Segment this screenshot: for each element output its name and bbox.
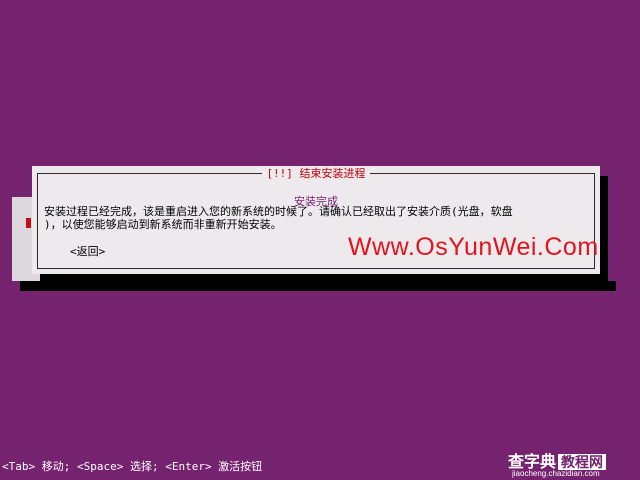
dialog-shadow-bottom (40, 274, 608, 284)
background-dialog-marker (26, 218, 31, 228)
watermark-text: Www.OsYunWei.Com (348, 233, 599, 261)
dialog-title-bar: [!!] 结束安装进程 (32, 166, 600, 180)
dialog-message: 安装过程已经完成，该是重启进入您的新系统的时候了。请确认已经取出了安装介质(光盘… (44, 205, 513, 231)
dialog-shadow-right (600, 176, 608, 284)
site-logo-watermark: 查字典 教程网 jiaocheng.chazidian.com (508, 448, 634, 478)
dialog-title: [!!] 结束安装进程 (262, 167, 370, 180)
logo-accent-text: 教程网 (558, 454, 607, 470)
logo-url: jiaocheng.chazidian.com (512, 469, 600, 478)
back-button[interactable]: <返回> (70, 243, 105, 259)
keyboard-help-status-bar: <Tab> 移动; <Space> 选择; <Enter> 激活按钮 (2, 460, 263, 473)
